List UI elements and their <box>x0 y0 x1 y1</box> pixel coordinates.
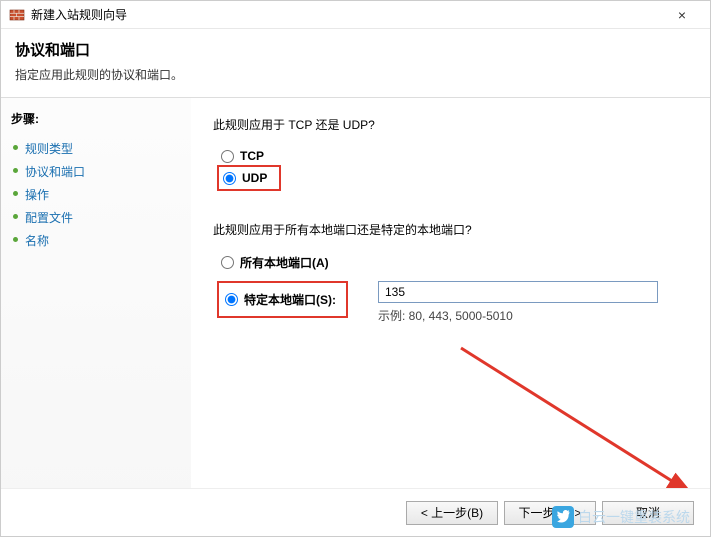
titlebar: 新建入站规则向导 × <box>1 1 710 29</box>
radio-udp-label[interactable]: UDP <box>242 171 267 185</box>
step-rule-type[interactable]: 规则类型 <box>11 137 181 160</box>
radio-specific-ports-row: 特定本地端口(S): <box>223 289 338 310</box>
steps-list: 规则类型 协议和端口 操作 配置文件 名称 <box>11 137 181 252</box>
main-panel: 此规则应用于 TCP 还是 UDP? TCP UDP 此规则应用于所有本地端口还… <box>191 98 710 506</box>
radio-all-ports[interactable] <box>221 256 234 269</box>
annotation-arrow <box>451 338 711 508</box>
radio-udp[interactable] <box>223 172 236 185</box>
steps-sidebar: 步骤: 规则类型 协议和端口 操作 配置文件 名称 <box>1 98 191 506</box>
port-input[interactable] <box>378 281 658 303</box>
step-action[interactable]: 操作 <box>11 183 181 206</box>
radio-tcp-label[interactable]: TCP <box>240 149 264 163</box>
port-section: 此规则应用于所有本地端口还是特定的本地端口? 所有本地端口(A) 特定本地端口(… <box>213 221 688 324</box>
step-protocol-ports[interactable]: 协议和端口 <box>11 160 181 183</box>
radio-tcp[interactable] <box>221 150 234 163</box>
protocol-question: 此规则应用于 TCP 还是 UDP? <box>213 116 688 133</box>
next-button[interactable]: 下一步(N) > <box>504 501 596 525</box>
port-question: 此规则应用于所有本地端口还是特定的本地端口? <box>213 221 688 238</box>
udp-highlight: UDP <box>217 165 281 191</box>
firewall-icon <box>9 7 25 23</box>
port-example: 示例: 80, 443, 5000-5010 <box>378 307 658 324</box>
step-profile[interactable]: 配置文件 <box>11 206 181 229</box>
radio-all-ports-row: 所有本地端口(A) <box>219 252 688 273</box>
radio-udp-row: UDP <box>221 169 269 187</box>
back-button[interactable]: < 上一步(B) <box>406 501 498 525</box>
radio-specific-ports-label[interactable]: 特定本地端口(S): <box>244 291 336 308</box>
page-subtitle: 指定应用此规则的协议和端口。 <box>15 66 696 83</box>
specific-port-group: 特定本地端口(S): 示例: 80, 443, 5000-5010 <box>217 281 688 324</box>
steps-heading: 步骤: <box>11 110 181 127</box>
wizard-footer: < 上一步(B) 下一步(N) > 取消 <box>1 488 710 536</box>
close-icon: × <box>678 7 686 23</box>
radio-tcp-row: TCP <box>219 147 688 165</box>
port-input-wrap: 示例: 80, 443, 5000-5010 <box>378 281 658 324</box>
wizard-header: 协议和端口 指定应用此规则的协议和端口。 <box>1 29 710 97</box>
radio-all-ports-label[interactable]: 所有本地端口(A) <box>240 254 329 271</box>
specific-port-highlight: 特定本地端口(S): <box>217 281 348 318</box>
step-name[interactable]: 名称 <box>11 229 181 252</box>
close-button[interactable]: × <box>662 3 702 27</box>
window-title: 新建入站规则向导 <box>31 6 662 23</box>
radio-specific-ports[interactable] <box>225 293 238 306</box>
content-area: 步骤: 规则类型 协议和端口 操作 配置文件 名称 此规则应用于 TCP 还是 … <box>1 98 710 506</box>
cancel-button[interactable]: 取消 <box>602 501 694 525</box>
page-title: 协议和端口 <box>15 39 696 60</box>
